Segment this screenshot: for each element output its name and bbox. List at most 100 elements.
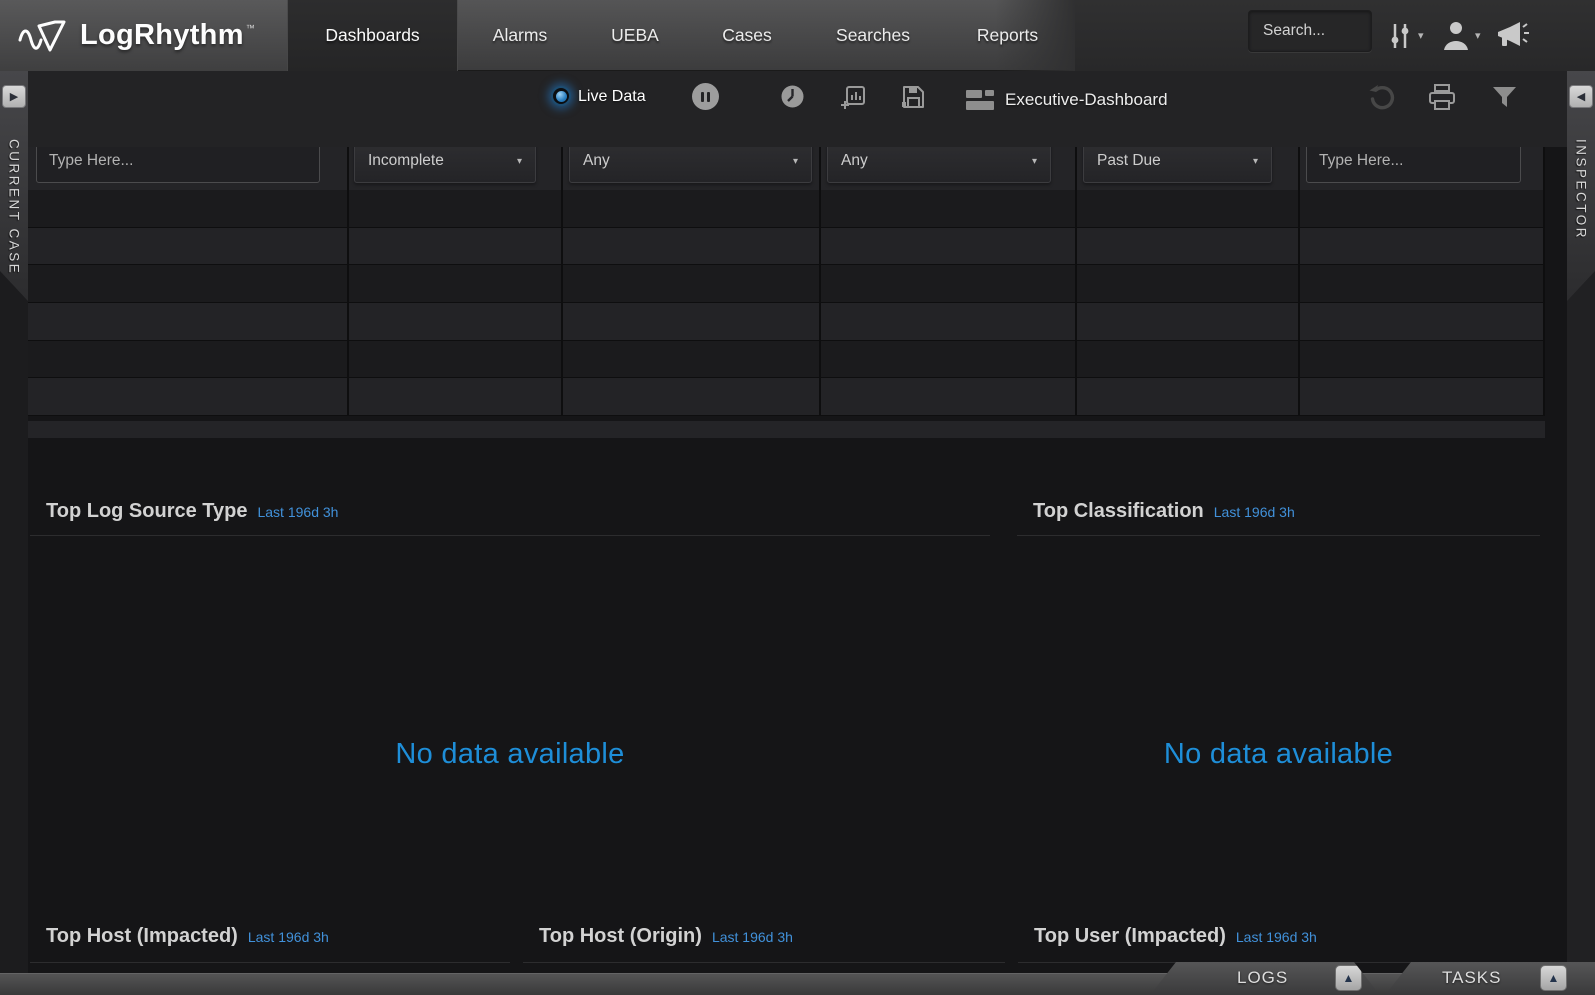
pause-button[interactable] [692, 83, 719, 110]
filter-button[interactable] [1492, 86, 1517, 109]
table-horizontal-scrollbar[interactable] [28, 421, 1545, 438]
user-icon[interactable] [1441, 0, 1471, 71]
column-divider [347, 147, 349, 416]
save-dashboard-button[interactable] [900, 84, 926, 110]
no-data-message: No data available [1017, 738, 1540, 771]
widget-time-range: Last 196d 3h [1214, 504, 1295, 520]
undo-button[interactable] [1368, 84, 1395, 111]
inspector-dock: ◀ INSPECTOR [1567, 71, 1595, 995]
filter-status-dropdown[interactable]: Incomplete ▾ [354, 147, 536, 183]
column-divider [1543, 147, 1545, 416]
widget-header: Top Host (Impacted) Last 196d 3h [30, 925, 510, 963]
trademark: ™ [246, 23, 255, 33]
time-range-button[interactable] [780, 84, 805, 109]
live-data-radio-dot [551, 86, 571, 106]
widget-header: Top Host (Origin) Last 196d 3h [523, 925, 1005, 963]
widget-header: Top User (Impacted) Last 196d 3h [1018, 925, 1515, 963]
logrhythm-console: LogRhythm ™ Dashboards Alarms UEBA Cases… [0, 0, 1595, 995]
cases-table [28, 190, 1545, 416]
filter-any-value-2: Any [841, 152, 868, 170]
widget-time-range: Last 196d 3h [1236, 929, 1317, 945]
live-data-label: Live Data [578, 88, 646, 106]
current-case-tab[interactable]: ▶ CURRENT CASE [0, 71, 28, 301]
expand-current-case-button[interactable]: ▶ [2, 85, 26, 108]
tab-alarms[interactable]: Alarms [458, 0, 582, 71]
expand-inspector-button[interactable]: ◀ [1569, 85, 1593, 108]
current-case-dock: ▶ CURRENT CASE [0, 71, 28, 995]
filter-text-input-1[interactable] [36, 147, 320, 183]
tab-ueba[interactable]: UEBA [582, 0, 688, 71]
dashboard-layout-icon [965, 89, 995, 111]
tasks-expand-button[interactable]: ▲ [1540, 965, 1567, 991]
filter-any-dropdown-2[interactable]: Any ▾ [827, 147, 1051, 183]
chevron-down-icon: ▾ [1253, 156, 1258, 167]
live-data-radio[interactable] [551, 86, 571, 106]
cases-filter-row: Incomplete ▾ Any ▾ Any ▾ Past Due ▾ [28, 147, 1545, 190]
logs-label: LOGS [1237, 968, 1288, 988]
printer-icon [1428, 84, 1456, 111]
arrow-up-icon: ▲ [1548, 971, 1560, 985]
undo-icon [1368, 84, 1395, 111]
table-row [28, 341, 1545, 379]
filter-status-value: Incomplete [368, 152, 444, 170]
announcements-megaphone-icon[interactable] [1496, 0, 1530, 71]
filter-any-value-1: Any [583, 152, 610, 170]
tab-dashboards[interactable]: Dashboards [287, 0, 458, 71]
arrow-up-icon: ▲ [1343, 971, 1355, 985]
chevron-down-icon: ▾ [1032, 156, 1037, 167]
brand-name: LogRhythm [80, 19, 244, 52]
add-widget-button[interactable] [840, 84, 866, 110]
user-caret-icon[interactable]: ▾ [1475, 0, 1481, 71]
dashboard-selector[interactable]: Executive-Dashboard [965, 89, 1168, 111]
logrhythm-logo-icon [18, 16, 70, 56]
tab-cases[interactable]: Cases [688, 0, 806, 71]
top-nav: LogRhythm ™ Dashboards Alarms UEBA Cases… [0, 0, 1595, 71]
inspector-tab[interactable]: ◀ INSPECTOR [1567, 71, 1595, 301]
table-row [28, 228, 1545, 266]
tasks-drawer-tab[interactable]: TASKS ▲ [1385, 962, 1595, 995]
widget-time-range: Last 196d 3h [712, 929, 793, 945]
tab-reports[interactable]: Reports [940, 0, 1075, 71]
inspector-label: INSPECTOR [1574, 139, 1589, 240]
widget-time-range: Last 196d 3h [248, 929, 329, 945]
expand-right-icon: ▶ [10, 90, 18, 103]
print-button[interactable] [1428, 84, 1456, 111]
chevron-down-icon: ▾ [793, 156, 798, 167]
collapse-left-icon: ◀ [1577, 90, 1585, 103]
widget-title: Top Host (Impacted) [46, 925, 238, 948]
add-widget-icon [840, 84, 866, 110]
search-box[interactable]: Search... [1248, 10, 1372, 52]
widget-top-log-source-type: Top Log Source Type Last 196d 3h No data… [30, 500, 990, 905]
save-floppy-icon [900, 84, 926, 110]
tab-searches[interactable]: Searches [806, 0, 940, 71]
widget-header: Top Classification Last 196d 3h [1017, 500, 1540, 536]
current-case-label: CURRENT CASE [7, 139, 22, 275]
widget-header: Top Log Source Type Last 196d 3h [30, 500, 990, 536]
dashboard-toolbar: Live Data [28, 71, 1567, 147]
table-row [28, 190, 1545, 228]
pause-icon [692, 83, 719, 110]
filter-due-dropdown[interactable]: Past Due ▾ [1083, 147, 1272, 183]
table-row [28, 265, 1545, 303]
column-divider [1298, 147, 1300, 416]
no-data-message: No data available [30, 738, 990, 771]
widget-title: Top Log Source Type [46, 500, 247, 523]
preferences-caret-icon[interactable]: ▾ [1418, 0, 1424, 71]
filter-funnel-icon [1492, 86, 1517, 109]
column-divider [1075, 147, 1077, 416]
widget-top-classification: Top Classification Last 196d 3h No data … [1017, 500, 1540, 905]
dashboard-name: Executive-Dashboard [1005, 90, 1168, 110]
tasks-label: TASKS [1442, 968, 1501, 988]
brand: LogRhythm ™ [0, 0, 287, 71]
preferences-sliders-icon[interactable] [1388, 0, 1414, 71]
table-row [28, 303, 1545, 341]
logs-expand-button[interactable]: ▲ [1335, 965, 1362, 991]
table-row [28, 378, 1545, 416]
logs-drawer-tab[interactable]: LOGS ▲ [1150, 962, 1380, 995]
filter-any-dropdown-1[interactable]: Any ▾ [569, 147, 812, 183]
widget-title: Top Classification [1033, 500, 1204, 523]
widget-time-range: Last 196d 3h [257, 504, 338, 520]
column-divider [819, 147, 821, 416]
dashboard-content: Incomplete ▾ Any ▾ Any ▾ Past Due ▾ [28, 147, 1567, 995]
filter-text-input-2[interactable] [1306, 147, 1521, 183]
